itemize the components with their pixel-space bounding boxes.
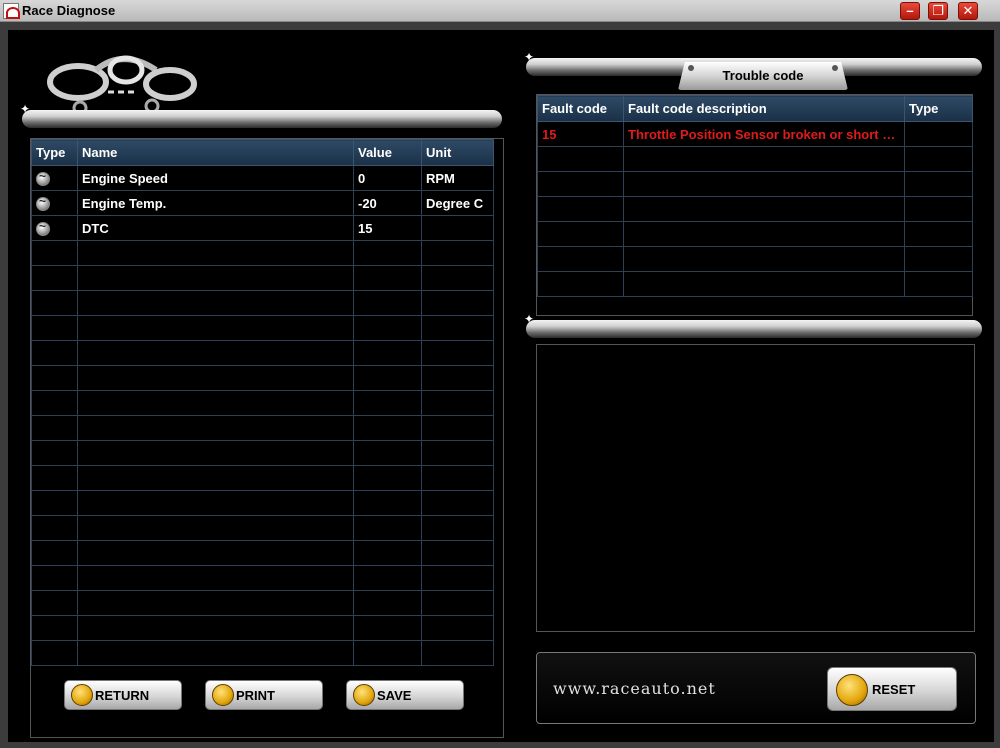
row-value: -20 xyxy=(353,190,422,216)
app-icon xyxy=(3,3,20,19)
empty-row xyxy=(31,290,494,316)
website-url: www.raceauto.net xyxy=(553,679,716,698)
empty-row xyxy=(31,615,494,641)
save-icon xyxy=(353,684,375,706)
sensor-panel: Type Name Value Unit Engine Speed 0 RPM xyxy=(30,138,504,738)
empty-row xyxy=(537,271,973,297)
table-row[interactable]: Engine Temp. -20 Degree C xyxy=(31,190,494,216)
sensor-table-header: Type Name Value Unit xyxy=(31,139,494,166)
empty-row xyxy=(31,390,494,416)
return-label: RETURN xyxy=(95,688,150,703)
empty-row xyxy=(537,171,973,197)
empty-row xyxy=(31,565,494,591)
trouble-code-tab[interactable]: Trouble code xyxy=(678,62,848,90)
fault-type xyxy=(904,121,973,147)
row-type-cell xyxy=(31,215,78,241)
reset-button[interactable]: RESET xyxy=(827,667,957,711)
detail-panel xyxy=(536,344,975,632)
return-button[interactable]: RETURN xyxy=(64,680,182,710)
table-row[interactable]: 15 Throttle Position Sensor broken or sh… xyxy=(537,121,973,147)
fault-description: Throttle Position Sensor broken or short… xyxy=(623,121,905,147)
col-fault-type[interactable]: Type xyxy=(904,95,973,122)
right-mid-chrome-bar xyxy=(526,320,982,338)
sparkle-icon: ✦ xyxy=(524,312,535,326)
sensor-gauge-icon xyxy=(36,169,50,186)
fault-code: 15 xyxy=(537,121,624,147)
empty-row xyxy=(31,515,494,541)
empty-row xyxy=(31,640,494,666)
empty-row xyxy=(31,365,494,391)
col-value[interactable]: Value xyxy=(353,139,422,166)
row-name: Engine Temp. xyxy=(77,190,354,216)
col-unit[interactable]: Unit xyxy=(421,139,494,166)
window-frame: ✦ Type Name Value Unit Engine Speed xyxy=(0,22,1000,748)
title-bar: Race Diagnose – ❐ ✕ xyxy=(0,0,1000,22)
col-type[interactable]: Type xyxy=(31,139,78,166)
empty-row xyxy=(31,265,494,291)
return-icon xyxy=(71,684,93,706)
empty-row xyxy=(31,540,494,566)
empty-row xyxy=(31,340,494,366)
empty-row xyxy=(537,146,973,172)
print-button[interactable]: PRINT xyxy=(205,680,323,710)
row-name: Engine Speed xyxy=(77,165,354,191)
table-row[interactable]: Engine Speed 0 RPM xyxy=(31,165,494,191)
col-fault-description[interactable]: Fault code description xyxy=(623,95,905,122)
row-value: 0 xyxy=(353,165,422,191)
restore-button[interactable]: ❐ xyxy=(928,2,948,20)
row-type-cell xyxy=(31,190,78,216)
reset-icon xyxy=(836,674,868,706)
empty-row xyxy=(31,465,494,491)
trouble-code-tab-label: Trouble code xyxy=(722,68,804,83)
left-chrome-bar xyxy=(22,110,502,128)
empty-row xyxy=(31,590,494,616)
empty-row xyxy=(31,415,494,441)
sensor-table: Type Name Value Unit Engine Speed 0 RPM xyxy=(31,139,494,666)
race-logo xyxy=(47,55,197,116)
close-button[interactable]: ✕ xyxy=(958,2,978,20)
printer-icon xyxy=(212,684,234,706)
main-area: ✦ Type Name Value Unit Engine Speed xyxy=(8,30,994,742)
empty-row xyxy=(31,240,494,266)
row-value: 15 xyxy=(353,215,422,241)
footer-panel: www.raceauto.net RESET xyxy=(536,652,976,724)
row-name: DTC xyxy=(77,215,354,241)
col-fault-code[interactable]: Fault code xyxy=(537,95,624,122)
empty-row xyxy=(537,196,973,222)
save-button[interactable]: SAVE xyxy=(346,680,464,710)
empty-row xyxy=(537,246,973,272)
reset-label: RESET xyxy=(872,682,916,697)
fault-table: Fault code Fault code description Type 1… xyxy=(537,95,973,297)
print-label: PRINT xyxy=(236,688,275,703)
empty-row xyxy=(31,440,494,466)
row-unit xyxy=(421,215,494,241)
screw-icon xyxy=(688,65,694,71)
minimize-button[interactable]: – xyxy=(900,2,920,20)
row-unit: RPM xyxy=(421,165,494,191)
row-type-cell xyxy=(31,165,78,191)
empty-row xyxy=(537,221,973,247)
screw-icon xyxy=(832,65,838,71)
save-label: SAVE xyxy=(377,688,412,703)
fault-table-header: Fault code Fault code description Type xyxy=(537,95,973,122)
sparkle-icon: ✦ xyxy=(20,102,31,116)
empty-row xyxy=(31,490,494,516)
window-title: Race Diagnose xyxy=(22,3,116,18)
table-row[interactable]: DTC 15 xyxy=(31,215,494,241)
sensor-gauge-icon xyxy=(36,219,50,236)
row-unit: Degree C xyxy=(421,190,494,216)
fault-panel: Fault code Fault code description Type 1… xyxy=(536,94,973,316)
sensor-gauge-icon xyxy=(36,194,50,211)
col-name[interactable]: Name xyxy=(77,139,354,166)
empty-row xyxy=(31,315,494,341)
sparkle-icon: ✦ xyxy=(524,50,535,64)
